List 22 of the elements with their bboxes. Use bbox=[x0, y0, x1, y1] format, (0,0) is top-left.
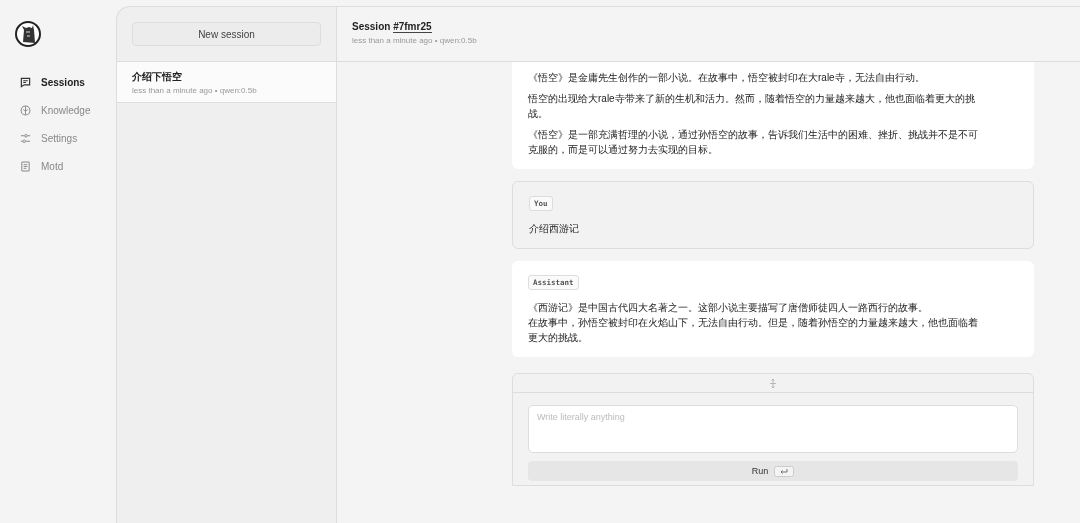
chat-icon bbox=[20, 76, 31, 88]
message-input[interactable]: Write literally anything bbox=[528, 405, 1018, 453]
drag-handle-icon[interactable] bbox=[769, 378, 777, 388]
message-text: 介绍西游记 bbox=[529, 222, 579, 236]
notebook-icon bbox=[20, 160, 31, 172]
sliders-icon bbox=[20, 132, 31, 144]
message-text: 在故事中，孙悟空被封印在火焰山下，无法自由行动。但是，随着孙悟空的力量越来越大，他也面临着更大的挑战。 bbox=[528, 316, 978, 345]
nav-item[interactable]: Sessions bbox=[20, 68, 85, 96]
session-title: 介绍下悟空 bbox=[132, 70, 182, 84]
message-text: 悟空的出现给大rale寺带来了新的生机和活力。然而，随着悟空的力量越来越大，他也面临着更大的挑战。 bbox=[528, 92, 976, 121]
message-text: 《悟空》是一部充满哲理的小说，通过孙悟空的故事，告诉我们生活中的困难、挫折、挑战并不是不可克服的，而是可以通过努力去实现的目标。 bbox=[528, 128, 978, 157]
session-id-link[interactable]: #7fmr25 bbox=[393, 21, 432, 33]
session-meta: less than a minute ago • qwen:0.5b bbox=[132, 86, 257, 95]
logo-icon bbox=[15, 20, 41, 48]
new-session-button[interactable]: New session bbox=[132, 22, 321, 46]
session-meta: less than a minute ago • qwen:0.5b bbox=[352, 36, 477, 45]
message-text: 《西游记》是中国古代四大名著之一。这部小说主要描写了唐僧师徒四人一路西行的故事。 bbox=[528, 301, 928, 315]
enter-key-icon bbox=[774, 465, 795, 477]
message-text: 《悟空》是金庸先生创作的一部小说。在故事中，悟空被封印在大rale寺，无法自由行动。 bbox=[528, 71, 925, 85]
session-item[interactable]: 介绍下悟空 less than a minute ago • qwen:0.5b bbox=[117, 62, 336, 103]
run-button[interactable]: Run bbox=[528, 461, 1018, 481]
session-title: Session #7fmr25 bbox=[352, 21, 432, 32]
